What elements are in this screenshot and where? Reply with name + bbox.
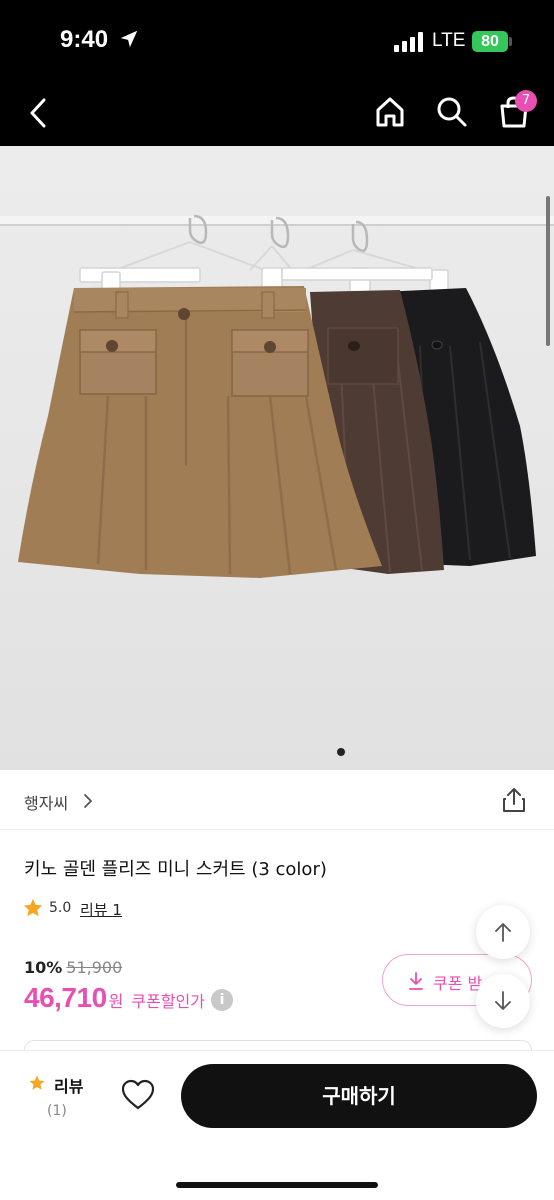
rating-value: 5.0 [49, 900, 72, 916]
home-icon[interactable] [372, 94, 408, 130]
coupon-price-label: 쿠폰할인가 [131, 992, 205, 1011]
download-icon [409, 972, 423, 990]
brand-row: 행자씨 [0, 770, 554, 830]
discount-rate: 10% [24, 958, 63, 977]
star-icon [29, 1075, 45, 1090]
image-page-indicator [337, 748, 345, 756]
review-tab-count: (1) [47, 1103, 67, 1119]
heart-icon[interactable] [118, 1075, 158, 1115]
review-tab[interactable]: 리뷰 (1) [28, 1073, 98, 1133]
scroll-bottom-button[interactable] [476, 974, 530, 1028]
share-icon[interactable] [500, 786, 528, 814]
sale-price: 46,710 [24, 982, 107, 1013]
skirts-illustration [0, 214, 554, 578]
info-icon[interactable]: i [210, 988, 233, 1011]
location-arrow-icon [120, 30, 138, 48]
search-icon[interactable] [434, 94, 470, 130]
review-tab-label: 리뷰 [54, 1077, 84, 1096]
coupon-label: 쿠폰 받 [433, 974, 483, 993]
scrollbar[interactable] [546, 196, 550, 346]
product-image[interactable] [0, 146, 554, 770]
status-bar: 9:40 LTE 80 [0, 0, 554, 80]
chevron-right-icon[interactable] [82, 793, 94, 809]
status-time: 9:40 [60, 26, 109, 53]
cart-count-badge: 7 [515, 90, 537, 112]
navigation-bar: 7 [0, 80, 554, 146]
original-price: 51,900 [66, 958, 123, 977]
star-icon [23, 898, 43, 917]
buy-button[interactable]: 구매하기 [181, 1064, 537, 1128]
chevron-left-icon[interactable] [24, 96, 54, 130]
arrow-up-icon [495, 923, 511, 942]
arrow-down-icon [495, 991, 511, 1010]
discount-row: 10% 51,900 [24, 958, 122, 977]
signal-bars-icon [394, 32, 423, 52]
scroll-top-button[interactable] [476, 905, 530, 959]
price-unit: 원 [108, 992, 124, 1011]
review-link[interactable]: 리뷰 1 [80, 899, 122, 920]
brand-name-link[interactable]: 행자씨 [24, 790, 68, 814]
home-indicator [176, 1182, 378, 1188]
price-row: 46,710 원 쿠폰할인가 i [24, 982, 233, 1016]
bottom-action-bar: 리뷰 (1) 구매하기 [0, 1050, 554, 1200]
battery-tip [509, 37, 512, 46]
battery-level: 80 [472, 31, 508, 52]
product-title: 키노 골덴 플리즈 미니 스커트 (3 color) [24, 859, 327, 880]
network-type: LTE [432, 30, 466, 51]
